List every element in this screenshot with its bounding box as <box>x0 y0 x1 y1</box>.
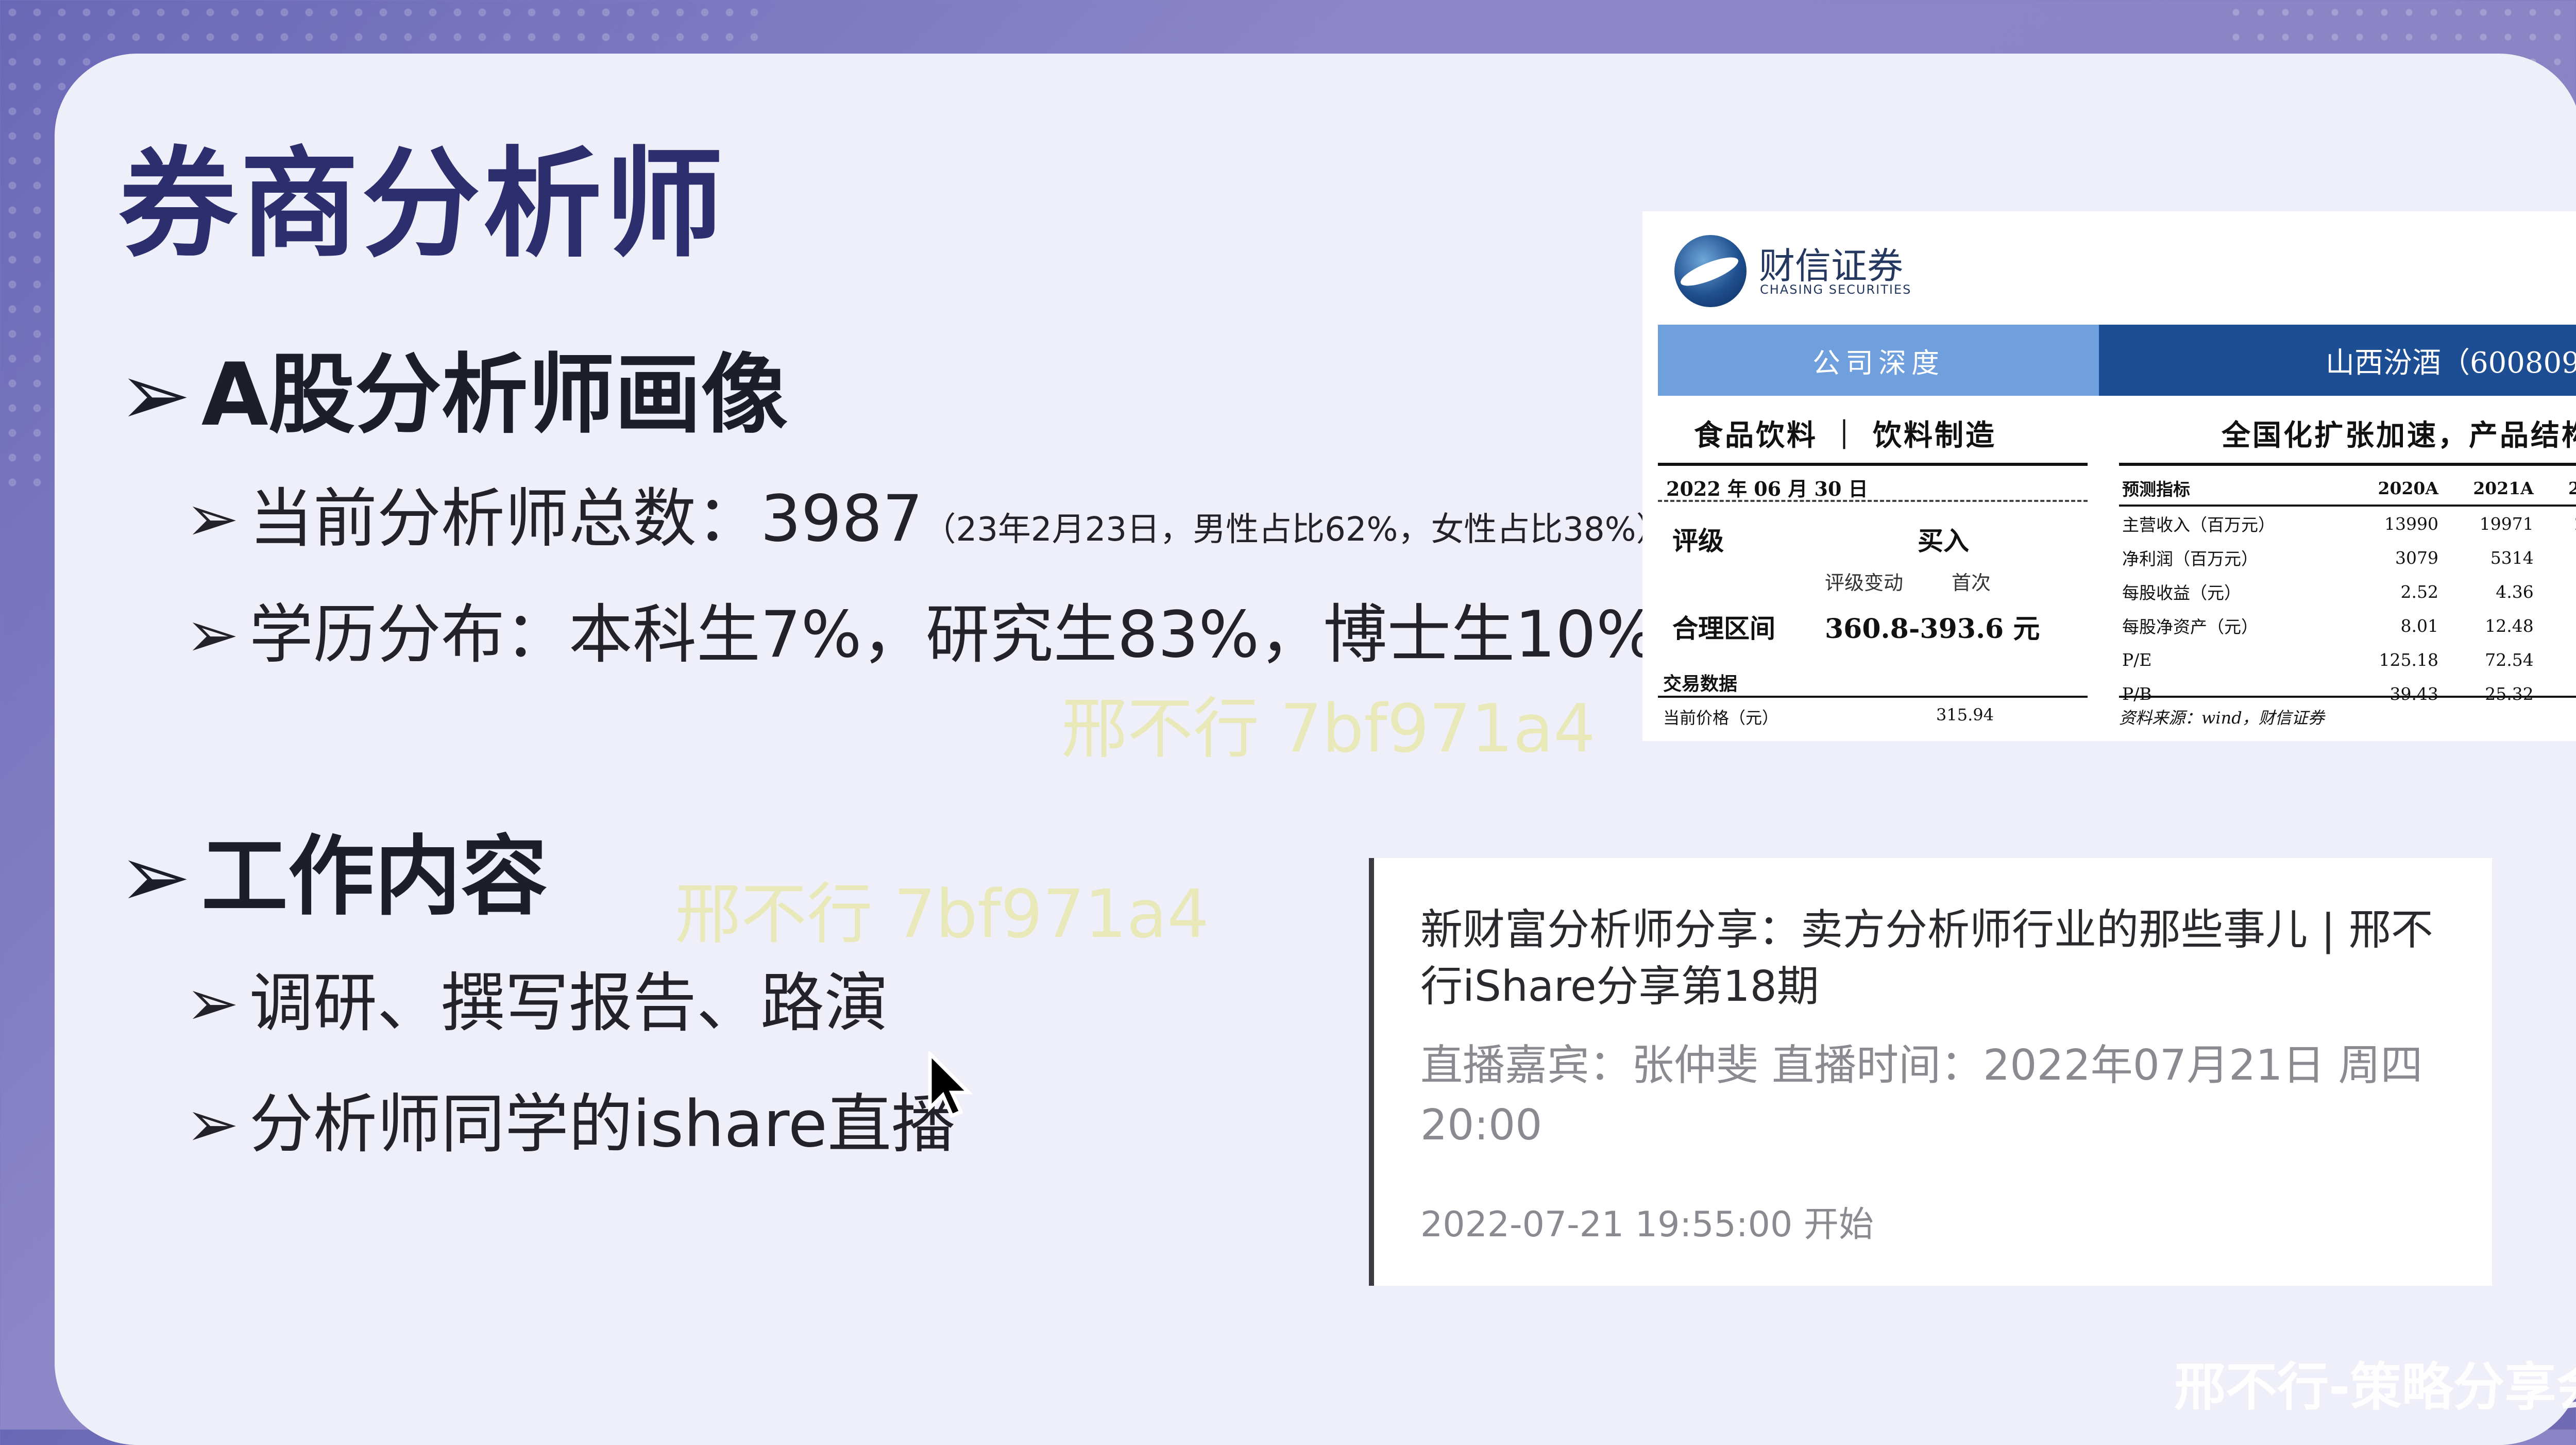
watermark: 邢不行 7bf971a4 <box>1061 691 1596 767</box>
table-cell: 4.36 <box>2496 581 2534 602</box>
arrow-icon: ➢ <box>118 826 191 927</box>
bullet-education: ➢ 学历分布：本科生7%，研究生83%，博士生10%。 <box>185 582 1721 675</box>
brand-name: 财信证券 <box>1759 245 1903 287</box>
rating-change-label: 评级变动 <box>1825 572 1904 594</box>
divider <box>2119 463 2576 466</box>
bullet-work1: ➢ 调研、撰写报告、路演 <box>185 951 888 1044</box>
table-cell: 17.50 <box>2537 609 2576 643</box>
live-stream-card[interactable]: 新财富分析师分享：卖方分析师行业的那些事儿 | 邢不行iShare分享第18期 … <box>1369 858 2492 1286</box>
arrow-icon: ➢ <box>185 598 239 672</box>
arrow-icon: ➢ <box>185 966 239 1040</box>
table-cell: 净利润（百万元） <box>2122 549 2258 569</box>
bullet-total: ➢ 当前分析师总数：3987（23年2月23日，男性占比62%，女性占比38%） <box>185 466 1669 559</box>
arrow-icon: ➢ <box>118 344 191 445</box>
table-cell: 6.56 <box>2537 575 2576 609</box>
live-stream-title[interactable]: 新财富分析师分享：卖方分析师行业的那些事儿 | 邢不行iShare分享第18期 <box>1420 902 2446 1015</box>
table-cell: 主营收入（百万元） <box>2122 515 2275 535</box>
trade-data-label: 交易数据 <box>1663 673 1738 695</box>
table-cell: 8004 <box>2537 541 2576 575</box>
rating-value: 买入 <box>1918 526 1969 556</box>
table-cell: 39.43 <box>2389 683 2438 704</box>
table-row: 净利润（百万元） 3079 53148004 <box>2119 541 2576 575</box>
table-cell: P/E <box>2122 649 2152 670</box>
table-row: 主营收入（百万元） 13990 1997126692 <box>2119 506 2576 541</box>
arrow-icon: ➢ <box>185 482 239 556</box>
live-stream-guest: 直播嘉宾：张仲斐 直播时间：2022年07月21日 周四 20:00 <box>1420 1041 2423 1150</box>
bullet-work2-label: 分析师同学的ishare直播 <box>249 1087 956 1162</box>
watermark: 邢不行 7bf971a4 <box>675 876 1209 953</box>
report-date: 2022 年 06 月 30 日 <box>1666 477 1868 500</box>
report-headline: 全国化扩张加速，产品结构 <box>2222 418 2576 452</box>
slide-title: 券商分析师 <box>118 136 727 274</box>
divider <box>1658 696 2088 698</box>
rating-label: 评级 <box>1672 526 1724 556</box>
divider <box>1658 500 2088 502</box>
divider <box>2119 696 2576 698</box>
live-stream-start-time: 2022-07-21 19:55:00 开始 <box>1420 1204 1874 1245</box>
divider <box>1658 463 2088 466</box>
table-header-cell: 2022E <box>2536 472 2576 507</box>
bullet-total-label: 当前分析师总数：3987 <box>249 482 923 556</box>
table-cell: 3079 <box>2395 547 2438 568</box>
table-cell: 125.18 <box>2379 649 2438 670</box>
bullet-total-note: （23年2月23日，男性占比62%，女性占比38%） <box>923 511 1669 549</box>
research-report-image: 财信证券 CHASING SECURITIES 公司深度 山西汾酒（600809… <box>1642 211 2576 741</box>
table-cell: 25.32 <box>2485 683 2534 704</box>
table-cell: 8.01 <box>2400 615 2438 636</box>
report-type-band: 公司深度 <box>1658 325 2099 396</box>
section-work-label: 工作内容 <box>201 826 548 927</box>
table-row: 每股收益（元） 2.52 4.366.56 <box>2119 575 2576 609</box>
table-cell: 13990 <box>2384 513 2438 534</box>
stock-name-band: 山西汾酒（600809） <box>2099 325 2576 396</box>
report-industry: 食品饮料 ｜ 饮料制造 <box>1694 418 1996 452</box>
mouse-cursor-icon <box>928 1051 973 1118</box>
table-cell: 每股净资产（元） <box>2122 617 2258 637</box>
footer-watermark: 邢不行-策略分享会 <box>2174 1357 2576 1417</box>
table-cell: 72.54 <box>2485 649 2534 670</box>
section-portrait: ➢ A股分析师画像 <box>118 325 788 450</box>
table-header-cell: 2020A <box>2346 472 2442 507</box>
table-cell: 18.06 <box>2537 677 2576 711</box>
table-cell: 19971 <box>2479 513 2534 534</box>
table-cell: 26692 <box>2537 506 2576 541</box>
table-cell: 每股收益（元） <box>2122 583 2241 603</box>
table-cell: 48.16 <box>2537 643 2576 677</box>
bullet-work1-label: 调研、撰写报告、路演 <box>249 966 888 1040</box>
table-header-row: 预测指标2020A2021A2022E <box>2119 472 2576 507</box>
table-header-cell: 预测指标 <box>2119 472 2347 507</box>
price-value: 315.94 <box>1936 705 1994 725</box>
table-cell: 12.48 <box>2485 615 2534 636</box>
table-cell: 2.52 <box>2400 581 2438 602</box>
report-source: 资料来源：wind，财信证券 <box>2119 708 2325 728</box>
forecast-table: 预测指标2020A2021A2022E 主营收入（百万元） 13990 1997126… <box>2119 472 2576 711</box>
price-label: 当前价格（元） <box>1663 708 1779 728</box>
table-header-cell: 2021A <box>2441 472 2537 507</box>
range-label: 合理区间 <box>1672 613 1775 644</box>
section-work: ➢ 工作内容 <box>118 806 548 932</box>
table-row: 每股净资产（元） 8.01 12.4817.50 <box>2119 609 2576 643</box>
brand-name-en: CHASING SECURITIES <box>1760 282 1912 297</box>
bullet-education-label: 学历分布：本科生7%，研究生83%，博士生10%。 <box>249 598 1721 672</box>
table-cell: 5314 <box>2490 547 2534 568</box>
range-value: 360.8-393.6 元 <box>1825 613 2040 645</box>
arrow-icon: ➢ <box>185 1087 239 1162</box>
rating-change-value: 首次 <box>1952 572 1991 594</box>
section-portrait-label: A股分析师画像 <box>201 344 788 445</box>
table-row: P/E 125.18 72.5448.16 <box>2119 643 2576 677</box>
bullet-work2: ➢ 分析师同学的ishare直播 <box>185 1072 955 1165</box>
